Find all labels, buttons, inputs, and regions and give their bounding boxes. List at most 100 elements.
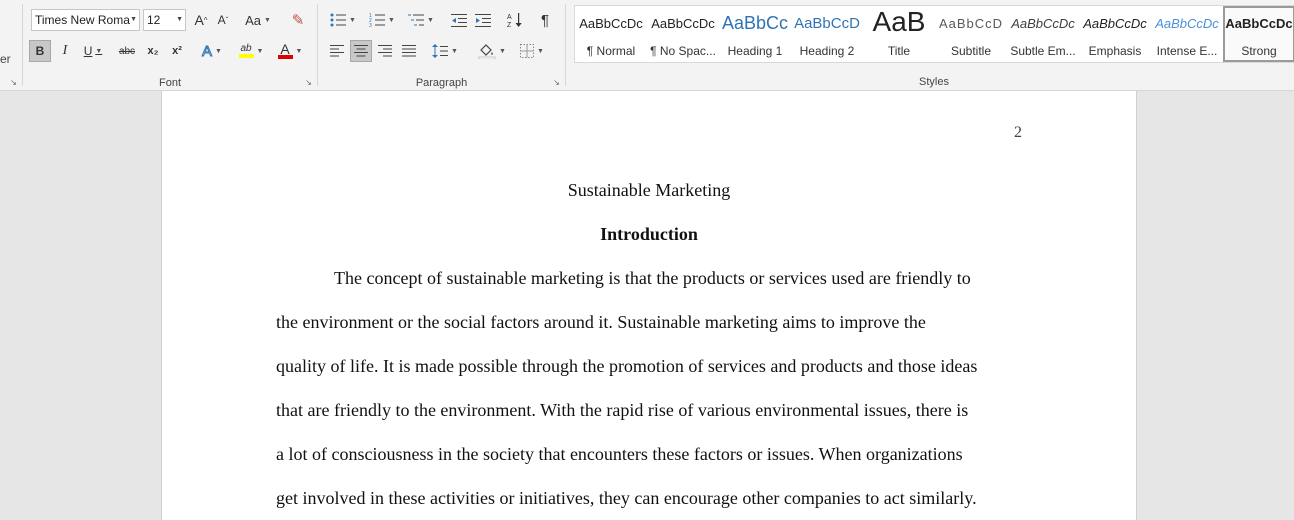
style-preview: AaBbCcDc xyxy=(579,16,643,31)
underline-icon: U xyxy=(83,44,93,58)
style-preview: AaBbCcDc xyxy=(1225,16,1293,31)
align-right-button[interactable] xyxy=(374,40,396,62)
style-emphasis[interactable]: AaBbCcDc Emphasis xyxy=(1079,6,1151,62)
style-name: Heading 1 xyxy=(727,44,783,58)
svg-text:3: 3 xyxy=(369,23,372,27)
paragraph-group: ▼ 1 2 3 ▼ ▼ AZ ¶ ▼ ▼ ▼ Paragraph ↘ xyxy=(318,0,565,91)
divider xyxy=(565,4,566,86)
style-no-spacing[interactable]: AaBbCcDc ¶ No Spac... xyxy=(647,6,719,62)
paragraph-line: The concept of sustainable marketing is … xyxy=(334,268,971,288)
strikethrough-button[interactable]: abc xyxy=(114,40,140,62)
font-name-value: Times New Roma xyxy=(35,13,130,27)
shrink-font-button[interactable]: Aˇ xyxy=(213,9,233,31)
align-left-button[interactable] xyxy=(326,40,348,62)
grow-font-icon: A xyxy=(194,12,204,28)
clipboard-group: er ↘ xyxy=(0,0,22,91)
style-heading-2[interactable]: AaBbCcD Heading 2 xyxy=(791,6,863,62)
font-size-combo[interactable]: 12 ▼ xyxy=(143,9,186,31)
section-heading: Introduction xyxy=(600,224,698,244)
svg-text:A: A xyxy=(507,14,512,21)
document-area: 2 Sustainable Marketing Introduction The… xyxy=(0,91,1294,520)
highlight-button[interactable]: ab ▼ xyxy=(233,40,269,62)
style-subtitle[interactable]: AaBbCcD Subtitle xyxy=(935,6,1007,62)
style-name: Strong xyxy=(1241,44,1277,58)
italic-icon: I xyxy=(62,43,68,58)
strikethrough-icon: abc xyxy=(118,45,136,57)
font-color-icon: A xyxy=(277,41,293,59)
style-preview: AaBbCcDc xyxy=(1155,16,1219,31)
justify-icon xyxy=(402,45,416,57)
align-center-icon xyxy=(354,45,368,57)
styles-gallery: AaBbCcDc ¶ Normal AaBbCcDc ¶ No Spac... … xyxy=(574,5,1294,63)
font-name-combo[interactable]: Times New Roma ▼ xyxy=(31,9,140,31)
style-name: ¶ Normal xyxy=(586,44,636,58)
chevron-down-icon[interactable]: ▼ xyxy=(130,16,137,23)
paragraph-line: the environment or the social factors ar… xyxy=(276,312,926,332)
paint-bucket-icon xyxy=(478,44,496,59)
numbering-button[interactable]: 1 2 3 ▼ xyxy=(365,9,399,31)
multilevel-list-button[interactable]: ▼ xyxy=(404,9,438,31)
text-effects-icon: A xyxy=(202,42,213,60)
style-preview: AaBbCcD xyxy=(938,16,1004,31)
style-strong[interactable]: AaBbCcDc Strong xyxy=(1223,6,1294,62)
document-title: Sustainable Marketing xyxy=(567,180,731,200)
style-preview: AaB xyxy=(872,6,926,37)
paragraph-line: a lot of consciousness in the society th… xyxy=(276,444,963,464)
align-right-icon xyxy=(378,45,392,57)
chevron-down-icon[interactable]: ▼ xyxy=(176,16,183,23)
font-color-swatch xyxy=(277,55,293,59)
document-page[interactable]: 2 Sustainable Marketing Introduction The… xyxy=(161,91,1137,520)
bullets-button[interactable]: ▼ xyxy=(326,9,360,31)
borders-button[interactable]: ▼ xyxy=(514,40,550,62)
justify-button[interactable] xyxy=(398,40,420,62)
font-group-label: Font xyxy=(158,77,181,89)
sort-button[interactable]: AZ xyxy=(504,9,526,31)
font-color-label: A xyxy=(280,41,290,57)
style-normal[interactable]: AaBbCcDc ¶ Normal xyxy=(575,6,647,62)
font-color-button[interactable]: A ▼ xyxy=(273,40,307,62)
show-formatting-marks-button[interactable]: ¶ xyxy=(534,9,556,31)
line-spacing-icon xyxy=(432,44,449,58)
clipboard-partial-label: er xyxy=(0,52,11,66)
borders-icon xyxy=(520,44,535,58)
clipboard-launcher-icon[interactable]: ↘ xyxy=(9,78,18,87)
clear-formatting-button[interactable]: ✎ xyxy=(287,9,309,31)
page-number: 2 xyxy=(1014,124,1022,141)
paragraph-line: quality of life. It is made possible thr… xyxy=(276,356,978,376)
increase-indent-button[interactable] xyxy=(472,9,494,31)
superscript-button[interactable]: x² xyxy=(166,40,188,62)
paragraph-group-label: Paragraph xyxy=(415,77,468,89)
paragraph-line: that are friendly to the environment. Wi… xyxy=(276,400,969,420)
underline-button[interactable]: U ▼ xyxy=(78,40,108,62)
bold-button[interactable]: B xyxy=(29,40,51,62)
multilevel-list-icon xyxy=(408,14,425,26)
paragraph-dialog-launcher-icon[interactable]: ↘ xyxy=(552,78,561,87)
style-title[interactable]: AaB Title xyxy=(863,6,935,62)
numbering-icon: 123 xyxy=(369,13,386,27)
style-subtle-emphasis[interactable]: AaBbCcDc Subtle Em... xyxy=(1007,6,1079,62)
italic-button[interactable]: I xyxy=(54,40,76,62)
styles-group-label: Styles xyxy=(919,76,949,88)
style-name: Intense E... xyxy=(1156,44,1218,58)
subscript-button[interactable]: x₂ xyxy=(142,40,164,62)
svg-text:Z: Z xyxy=(507,22,512,28)
bullets-icon xyxy=(330,13,347,27)
style-name: Emphasis xyxy=(1088,44,1142,58)
change-case-icon: Aa xyxy=(245,12,261,28)
text-effects-button[interactable]: A ▼ xyxy=(195,40,229,62)
line-spacing-button[interactable]: ▼ xyxy=(428,40,462,62)
style-heading-1[interactable]: AaBbCc Heading 1 xyxy=(719,6,791,62)
font-dialog-launcher-icon[interactable]: ↘ xyxy=(304,78,313,87)
change-case-button[interactable]: Aa ▼ xyxy=(241,9,275,31)
shrink-font-icon: A xyxy=(217,13,226,27)
align-center-button[interactable] xyxy=(350,40,372,62)
style-preview: AaBbCc xyxy=(721,13,789,33)
highlight-label: ab xyxy=(240,43,252,54)
style-name: ¶ No Spac... xyxy=(650,44,716,58)
grow-font-button[interactable]: A ^ xyxy=(191,9,211,31)
style-intense-emphasis[interactable]: AaBbCcDc Intense E... xyxy=(1151,6,1223,62)
style-name: Heading 2 xyxy=(799,44,855,58)
decrease-indent-button[interactable] xyxy=(448,9,470,31)
sort-icon: AZ xyxy=(507,13,522,28)
shading-button[interactable]: ▼ xyxy=(474,40,510,62)
